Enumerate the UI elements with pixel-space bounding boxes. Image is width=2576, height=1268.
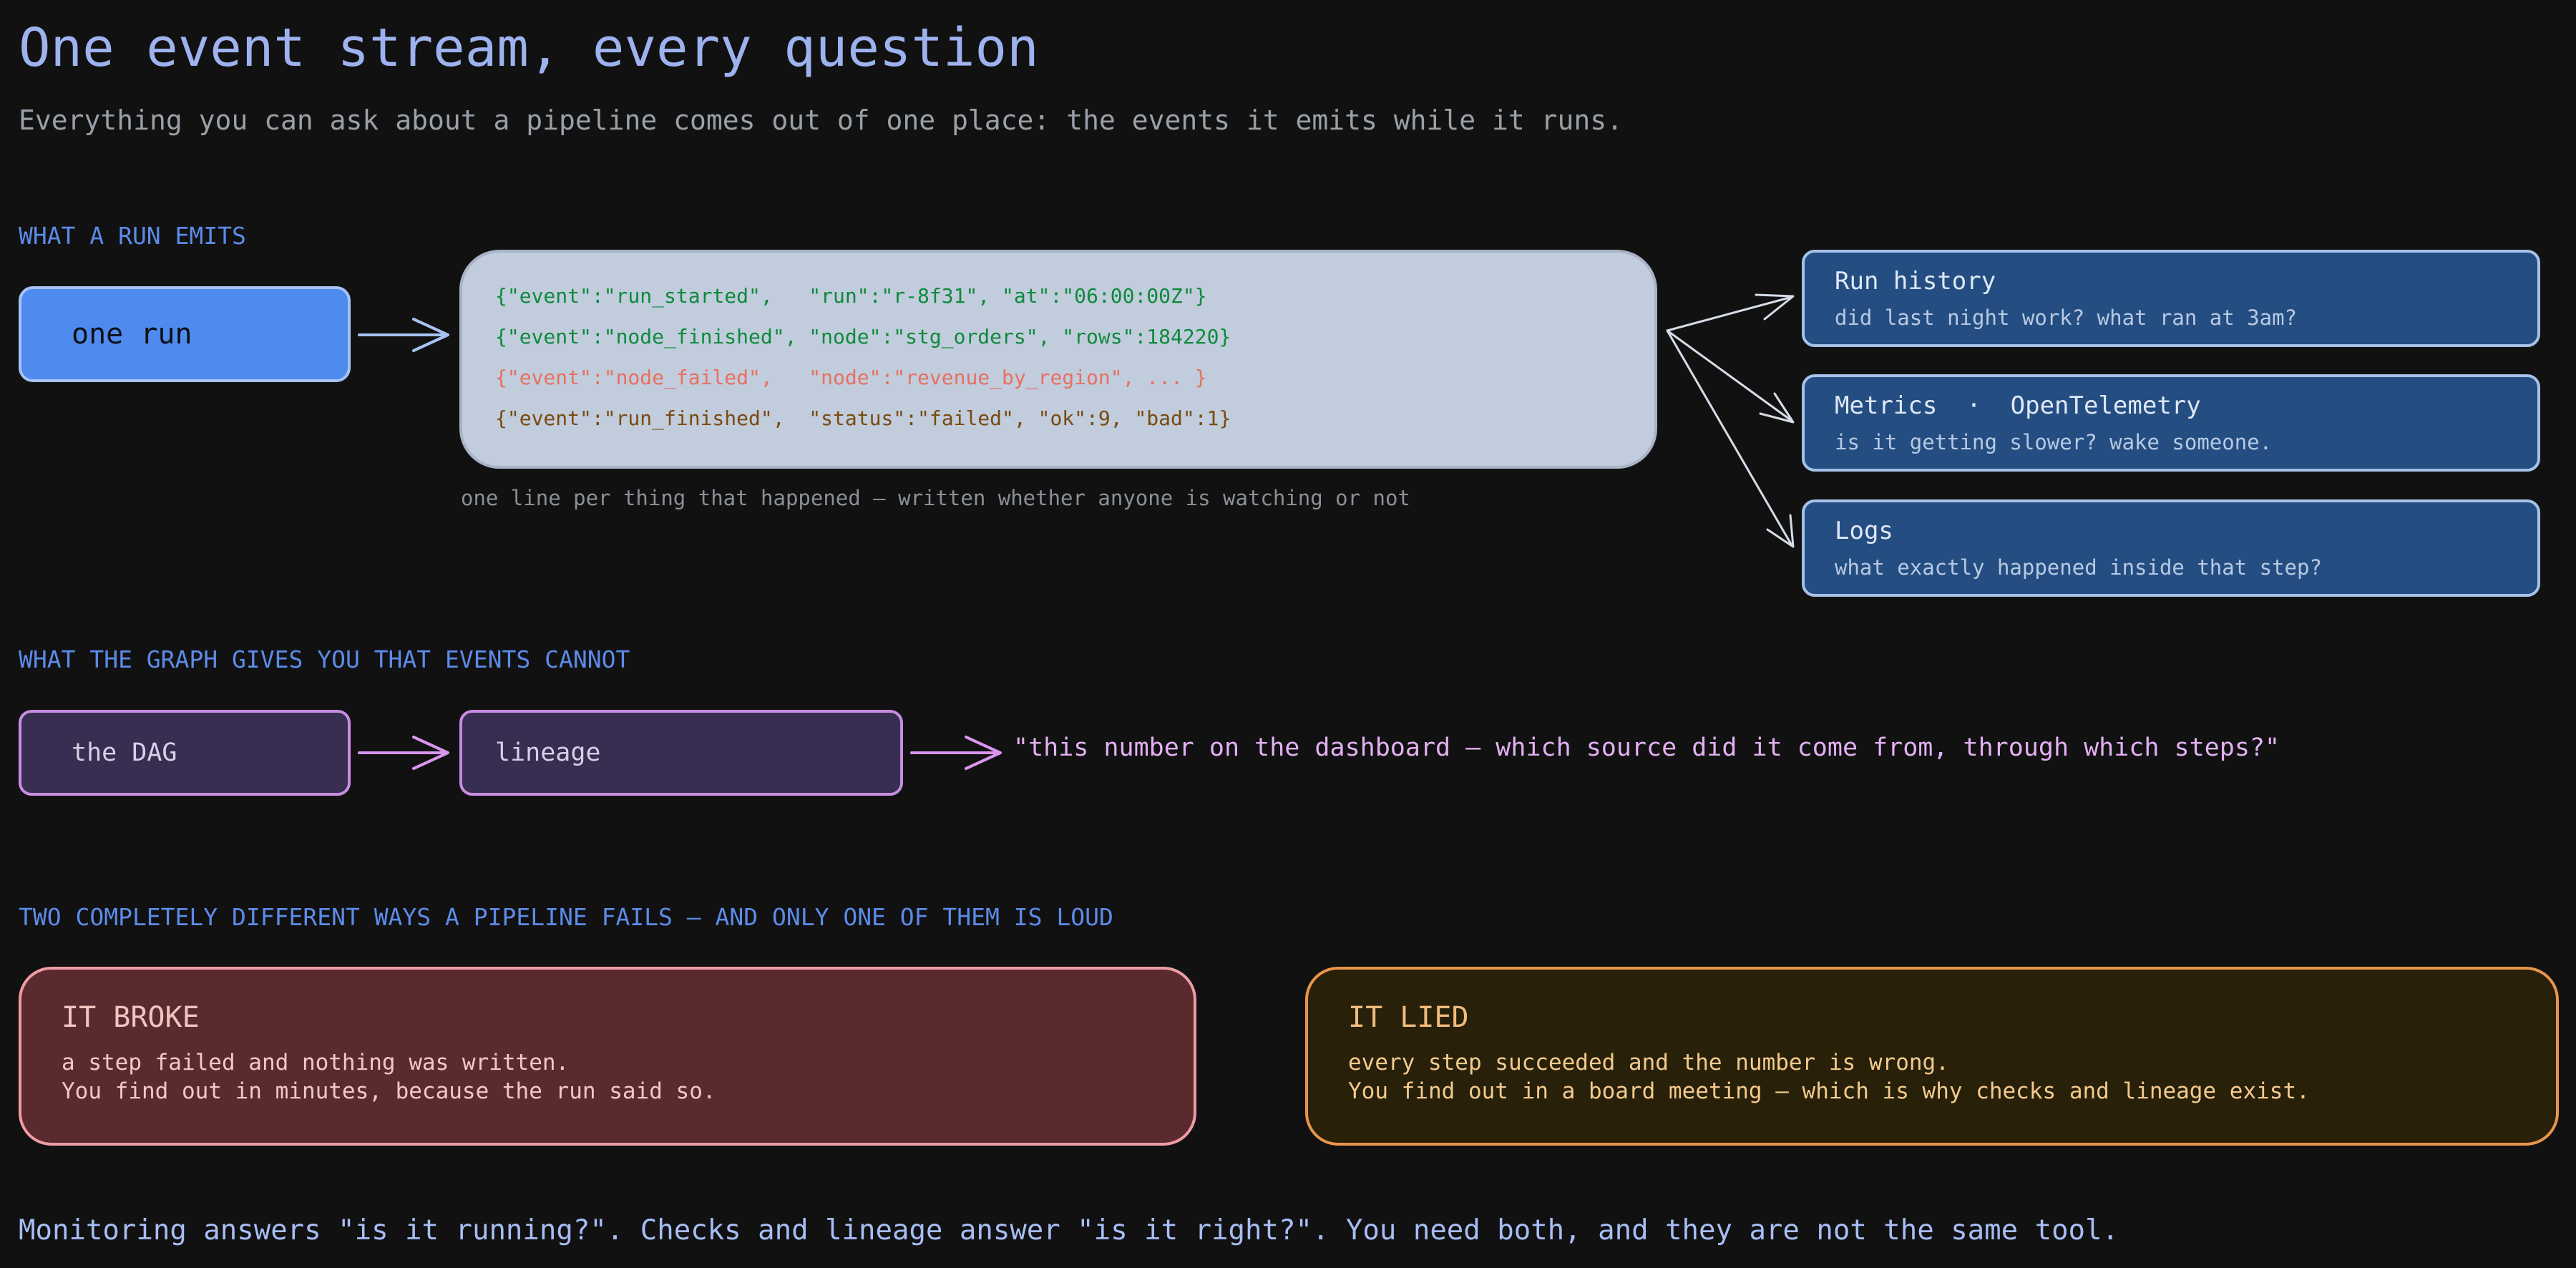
arrow-dag-to-lineage <box>358 736 449 770</box>
arrow-stream-to-run-history <box>1666 293 1795 332</box>
arrow-lineage-to-question <box>910 736 1002 770</box>
connector-arrows <box>358 293 1795 770</box>
arrow-stream-to-metrics <box>1666 329 1795 424</box>
arrow-stream-to-logs <box>1666 329 1795 548</box>
arrow-run-to-stream <box>358 318 449 352</box>
